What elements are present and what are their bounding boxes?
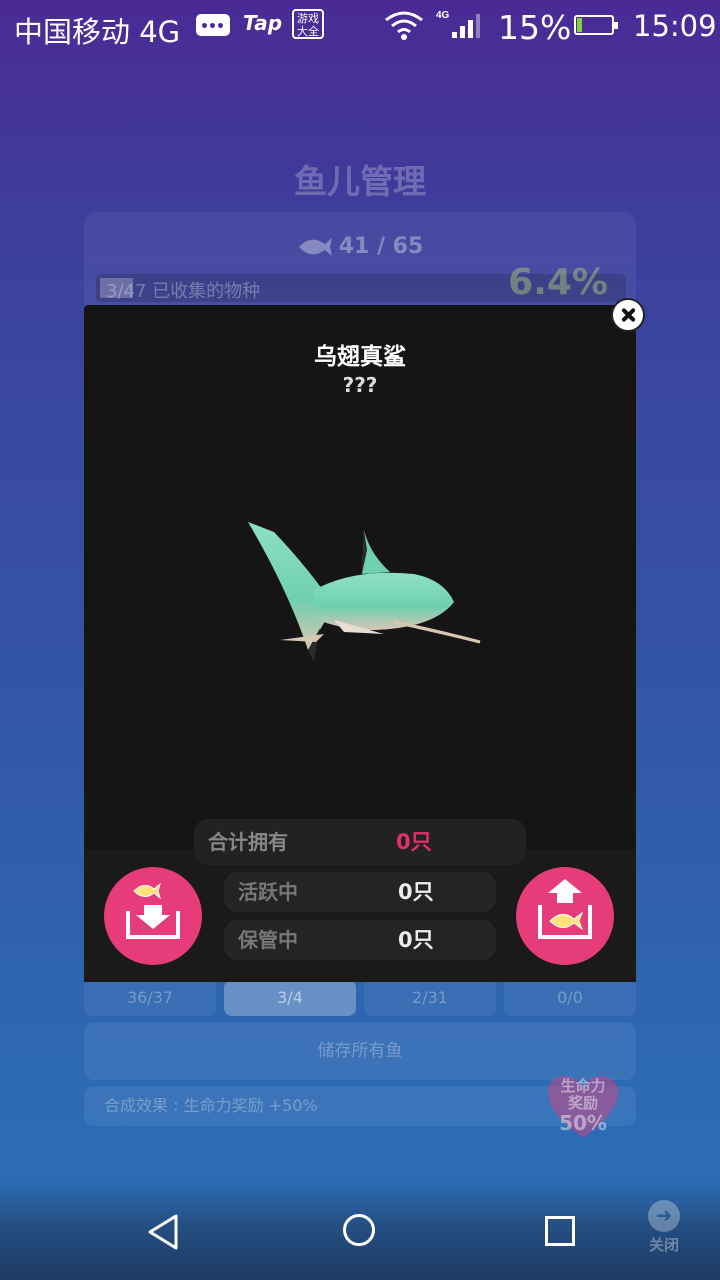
close-game-button[interactable]: 关闭 — [640, 1200, 688, 1255]
signal-icon: 4G — [436, 10, 480, 38]
heart-value: 50% — [559, 1111, 607, 1135]
total-owned-row: 合计拥有 0只 — [194, 819, 526, 865]
active-label: 活跃中 — [238, 880, 298, 904]
collection-percent: 6.4% — [508, 262, 608, 303]
shark-image — [248, 522, 481, 662]
message-icon — [196, 14, 230, 36]
active-row: 活跃中 0只 — [224, 872, 496, 912]
store-fish-icon — [126, 882, 180, 939]
close-icon[interactable] — [611, 298, 645, 332]
release-fish-icon — [538, 879, 592, 939]
storage-row: 保管中 0只 — [224, 920, 496, 960]
back-icon[interactable] — [144, 1212, 180, 1252]
storage-label: 保管中 — [238, 928, 298, 952]
tap-app-icon: Tap — [243, 11, 283, 35]
heart-label-2: 奖励 — [567, 1094, 598, 1112]
tab-3[interactable]: 0/0 — [504, 980, 636, 1016]
storage-value: 0只 — [398, 928, 434, 952]
total-owned-value: 0只 — [396, 830, 432, 854]
status-bar: 中国移动 4G Tap 游戏大全 4G 15% 15:09 — [0, 0, 720, 50]
tab-0[interactable]: 36/37 — [84, 980, 216, 1016]
total-owned-label: 合计拥有 — [208, 830, 288, 854]
recent-apps-icon[interactable] — [545, 1216, 575, 1246]
battery-fill — [577, 18, 582, 32]
fish-count-value: 41 / 65 — [338, 234, 424, 259]
fish-icon — [298, 238, 332, 256]
fish-subtitle: ??? — [342, 373, 378, 397]
battery-icon — [574, 15, 618, 35]
store-all-button[interactable]: 储存所有鱼 — [84, 1022, 636, 1080]
fish-count: 41 / 65 — [84, 234, 636, 259]
store-fish-button[interactable] — [104, 867, 202, 965]
collection-label: 3/47 已收集的物种 — [106, 281, 261, 302]
release-fish-button[interactable] — [516, 867, 614, 965]
fish-name: 乌翅真鲨 — [314, 344, 406, 370]
heart-label-1: 生命力 — [560, 1077, 606, 1095]
wifi-icon — [385, 11, 423, 40]
tab-2[interactable]: 2/31 — [364, 980, 496, 1016]
active-value: 0只 — [398, 880, 434, 904]
arrow-right-icon — [648, 1200, 680, 1232]
battery-percent: 15% — [498, 8, 572, 47]
tab-bar: 36/37 3/4 2/31 0/0 — [84, 980, 636, 1016]
home-icon[interactable] — [343, 1214, 375, 1246]
close-game-label: 关闭 — [648, 1236, 679, 1254]
carrier-label: 中国移动 4G — [14, 15, 181, 49]
game-center-icon: 游戏大全 — [292, 9, 324, 39]
tab-1[interactable]: 3/4 — [224, 980, 356, 1016]
page-title: 鱼儿管理 — [294, 162, 426, 201]
clock: 15:09 — [633, 9, 717, 43]
network-type-label: 4G — [436, 10, 450, 21]
